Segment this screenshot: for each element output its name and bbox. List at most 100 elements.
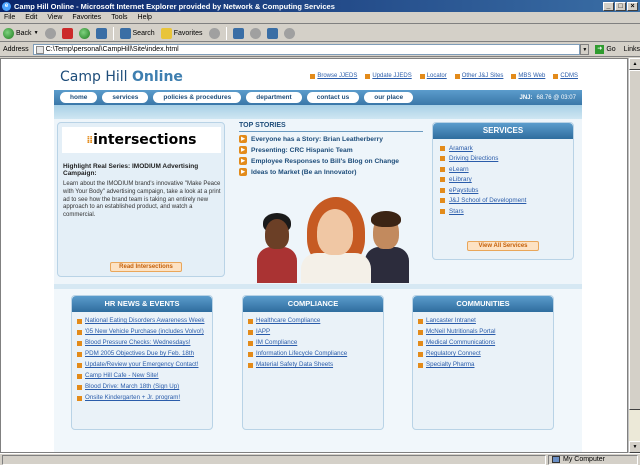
site-header: Camp Hill Online Browse JJEDS Update JJE… xyxy=(54,67,582,87)
community-link[interactable]: Specialty Pharma xyxy=(418,361,553,372)
discuss-button[interactable] xyxy=(283,27,295,39)
community-link[interactable]: Medical Communications xyxy=(418,339,553,350)
menu-edit[interactable]: Edit xyxy=(25,14,37,21)
maximize-button[interactable]: □ xyxy=(615,1,626,11)
toolbar-separator xyxy=(112,26,114,40)
community-label: Lancaster Intranet xyxy=(426,317,476,324)
hr-news-link[interactable]: Onsite Kindergarten + Jr. program! xyxy=(77,394,212,405)
stop-button[interactable] xyxy=(61,27,73,39)
search-button[interactable]: Search xyxy=(119,27,155,39)
nav-services[interactable]: services xyxy=(102,92,149,103)
story-item[interactable]: ▶ Ideas to Market (Be an Innovator) xyxy=(239,168,423,176)
compliance-label: Healthcare Compliance xyxy=(256,317,321,324)
ticker-value: 68.76 @ 03:07 xyxy=(536,94,576,101)
compliance-link[interactable]: IAPP xyxy=(248,328,383,339)
nav-policies[interactable]: policies & procedures xyxy=(153,92,242,103)
refresh-button[interactable] xyxy=(78,27,90,39)
scroll-up-button[interactable]: ▲ xyxy=(629,58,640,70)
service-label: Driving Directions xyxy=(449,155,499,163)
nav-our-place[interactable]: our place xyxy=(364,92,414,103)
hr-news-link[interactable]: Blood Drive: March 18th (Sign Up) xyxy=(77,383,212,394)
intersections-logo-text: intersections xyxy=(93,132,197,148)
service-link[interactable]: Aramark xyxy=(440,143,573,154)
nav-home[interactable]: home xyxy=(60,92,98,103)
promo-heading: Highlight Real Series: IMODIUM Advertisi… xyxy=(63,163,199,177)
bullet-icon xyxy=(440,198,445,204)
toplink-cdms[interactable]: CDMS xyxy=(553,73,578,79)
back-button[interactable]: Back ▼ xyxy=(3,27,39,39)
nav-contact[interactable]: contact us xyxy=(306,92,360,103)
hr-news-title: HR NEWS & EVENTS xyxy=(72,296,212,312)
toplink-update-jjeds[interactable]: Update JJEDS xyxy=(365,73,412,79)
service-link[interactable]: eLearn xyxy=(440,164,573,175)
intersections-promo: ⁞⁞ intersections Highlight Real Series: I… xyxy=(57,122,225,277)
media-button[interactable] xyxy=(208,27,220,39)
story-item[interactable]: ▶ Employee Responses to Bill's Blog on Ch… xyxy=(239,157,423,165)
menu-help[interactable]: Help xyxy=(138,14,152,21)
hr-news-link[interactable]: Camp Hill Cafe - New Site! xyxy=(77,372,212,383)
view-all-services-button[interactable]: View All Services xyxy=(467,241,539,251)
compliance-link[interactable]: Healthcare Compliance xyxy=(248,317,383,328)
site-logo[interactable]: Camp Hill Online xyxy=(60,69,183,85)
hr-news-list: National Eating Disorders Awareness Week… xyxy=(72,312,212,405)
hr-news-link[interactable]: '05 New Vehicle Purchase (includes Volvo… xyxy=(77,328,212,339)
community-link[interactable]: McNeil Nutritionals Portal xyxy=(418,328,553,339)
scroll-thumb[interactable] xyxy=(629,70,640,410)
go-button[interactable]: ➜ Go xyxy=(595,45,616,54)
service-link[interactable]: J&J School of Development xyxy=(440,196,573,207)
compliance-link[interactable]: IM Compliance xyxy=(248,339,383,350)
toplink-locator[interactable]: Locator xyxy=(419,73,447,79)
links-button[interactable]: Links xyxy=(624,46,640,53)
community-label: McNeil Nutritionals Portal xyxy=(426,328,496,335)
toplink-mbs-web[interactable]: MBS Web xyxy=(511,73,545,79)
menu-favorites[interactable]: Favorites xyxy=(72,14,101,21)
toplink-browse-jjeds[interactable]: Browse JJEDS xyxy=(310,73,357,79)
minimize-button[interactable]: _ xyxy=(603,1,614,11)
intersections-logo[interactable]: ⁞⁞ intersections xyxy=(62,127,221,153)
menu-tools[interactable]: Tools xyxy=(111,14,127,21)
service-link[interactable]: eLibrary xyxy=(440,175,573,186)
toplink-other-sites[interactable]: Other J&J Sites xyxy=(454,73,504,79)
community-link[interactable]: Lancaster Intranet xyxy=(418,317,553,328)
compliance-link[interactable]: Information Lifecycle Compliance xyxy=(248,350,383,361)
hr-news-link[interactable]: National Eating Disorders Awareness Week xyxy=(77,317,212,328)
scroll-down-button[interactable]: ▼ xyxy=(629,441,640,453)
address-input[interactable]: C:\Temp\personal\CampHill\Site\index.htm… xyxy=(32,44,581,55)
compliance-link[interactable]: Material Safety Data Sheets xyxy=(248,361,383,372)
edit-button[interactable] xyxy=(266,27,278,39)
window-controls: _ □ × xyxy=(603,1,640,11)
service-label: J&J School of Development xyxy=(449,197,527,205)
service-link[interactable]: Driving Directions xyxy=(440,154,573,165)
forward-button[interactable] xyxy=(44,27,56,39)
service-link[interactable]: Stars xyxy=(440,206,573,217)
bullet-icon xyxy=(440,208,445,214)
nav-department[interactable]: department xyxy=(246,92,302,103)
communities-title: COMMUNITIES xyxy=(413,296,553,312)
window-titlebar[interactable]: e Camp Hill Online - Microsoft Internet … xyxy=(0,0,640,12)
story-item[interactable]: ▶ Everyone has a Story: Brian Leatherberr… xyxy=(239,135,423,143)
favorites-button[interactable]: Favorites xyxy=(160,27,203,39)
community-link[interactable]: Regulatory Connect xyxy=(418,350,553,361)
hr-news-label: PDM 2005 Objectives Due by Feb. 18th xyxy=(85,350,195,357)
close-button[interactable]: × xyxy=(627,1,638,11)
service-label: eLibrary xyxy=(449,176,472,184)
compliance-label: Material Safety Data Sheets xyxy=(256,361,334,368)
service-link[interactable]: ePaystubs xyxy=(440,185,573,196)
story-item[interactable]: ▶ Presenting: CRC Hispanic Team xyxy=(239,146,423,154)
hr-news-link[interactable]: Blood Pressure Checks: Wednesdays! xyxy=(77,339,212,350)
toplink-label: Other J&J Sites xyxy=(461,73,504,79)
print-button[interactable] xyxy=(249,27,261,39)
hr-news-link[interactable]: Update/Review your Emergency Contact! xyxy=(77,361,212,372)
hr-news-link[interactable]: PDM 2005 Objectives Due by Feb. 18th xyxy=(77,350,212,361)
status-bar: My Computer xyxy=(0,453,640,465)
vertical-scrollbar[interactable]: ▲ ▼ xyxy=(628,58,640,453)
arrow-icon: ▶ xyxy=(239,135,247,143)
menu-view[interactable]: View xyxy=(47,14,62,21)
mail-button[interactable] xyxy=(232,27,244,39)
home-button[interactable] xyxy=(95,27,107,39)
toplink-label: Locator xyxy=(426,73,447,79)
hr-news-label: Blood Drive: March 18th (Sign Up) xyxy=(85,383,180,390)
menu-file[interactable]: File xyxy=(4,14,15,21)
address-dropdown[interactable]: ▼ xyxy=(580,44,590,55)
read-intersections-button[interactable]: Read Intersections xyxy=(110,262,182,272)
